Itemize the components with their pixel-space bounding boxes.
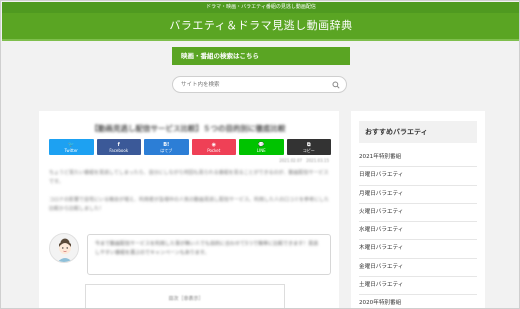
sidebar-item[interactable]: 火曜日バラエティ: [359, 204, 477, 223]
sidebar-item[interactable]: 月曜日バラエティ: [359, 186, 477, 204]
share-hatena-button[interactable]: B! はてブ: [144, 139, 189, 155]
share-pocket-label: Pocket: [207, 147, 221, 153]
search-box[interactable]: [172, 76, 347, 93]
author-avatar: [49, 233, 79, 263]
search-panel-title: 映画・番組の検索はこちら: [172, 47, 350, 65]
share-buttons: 🐦 Twitter f Facebook B! はてブ ◉ Pocket 💬 L…: [49, 139, 331, 155]
share-facebook-button[interactable]: f Facebook: [96, 139, 141, 155]
sidebar-item[interactable]: 木曜日バラエティ: [359, 240, 477, 259]
share-twitter-label: Twitter: [64, 147, 78, 153]
article-title: 【動画見逃し配信サービス比較】５つの目的別に徹底比較: [90, 124, 286, 133]
header-divider: [2, 39, 519, 41]
share-line-label: LINE: [256, 147, 266, 153]
main-content: 【動画見逃し配信サービス比較】５つの目的別に徹底比較 🐦 Twitter f F…: [39, 111, 339, 308]
site-tagline: ドラマ・映画・バラエティ番組の見逃し動画配信: [2, 2, 519, 13]
share-line-button[interactable]: 💬 LINE: [239, 139, 284, 155]
article-paragraph: コロナの影響で自宅にいる機会が増え、利用者が急増中の人気の動画見逃し配信サービス…: [49, 197, 330, 212]
share-copy-label: コピー: [302, 147, 315, 153]
table-of-contents: 目次［非表示］: [85, 284, 286, 308]
share-copy-button[interactable]: ⧉ コピー: [286, 139, 331, 155]
sidebar-item[interactable]: 2020年特別番組: [359, 295, 477, 308]
speech-bubble: 今まで動画配信サービスを利用した事が無い人でも目的に合わせて5つで簡単に比較でき…: [87, 234, 331, 275]
person-icon: [57, 238, 73, 262]
share-hatena-label: はてブ: [160, 147, 173, 153]
page-frame: ドラマ・映画・バラエティ番組の見逃し動画配信 バラエティ＆ドラマ見逃し動画辞典 …: [0, 0, 520, 309]
toc-title[interactable]: 目次［非表示］: [86, 295, 286, 302]
sidebar-item[interactable]: 土曜日バラエティ: [359, 277, 477, 296]
article-paragraph: ちょうど見たい番組を見逃してしまったら、自分にしながら何回も見られる番組を見るこ…: [49, 170, 329, 185]
sidebar-title: おすすめバラエティ: [359, 121, 477, 143]
share-pocket-button[interactable]: ◉ Pocket: [191, 139, 236, 155]
sidebar-item[interactable]: 水曜日バラエティ: [359, 222, 477, 241]
sidebar: おすすめバラエティ 2021年特別番組 日曜日バラエティ 月曜日バラエティ 火曜…: [351, 111, 485, 308]
search-input[interactable]: [181, 77, 331, 92]
share-facebook-label: Facebook: [109, 147, 129, 153]
share-twitter-button[interactable]: 🐦 Twitter: [49, 139, 94, 155]
sidebar-item[interactable]: 2021年特別番組: [359, 149, 477, 168]
search-icon[interactable]: [332, 81, 340, 89]
site-title-link[interactable]: バラエティ＆ドラマ見逃し動画辞典: [2, 13, 519, 39]
speech-bubble-text: 今まで動画配信サービスを利用した事が無い人でも目的に合わせて5つで簡単に比較でき…: [95, 241, 319, 256]
sidebar-item[interactable]: 日曜日バラエティ: [359, 167, 477, 186]
sidebar-item[interactable]: 金曜日バラエティ: [359, 259, 477, 278]
article-dates: 2021.02.07 2021.03.15: [279, 158, 329, 163]
sidebar-list: 2021年特別番組 日曜日バラエティ 月曜日バラエティ 火曜日バラエティ 水曜日…: [359, 149, 477, 308]
